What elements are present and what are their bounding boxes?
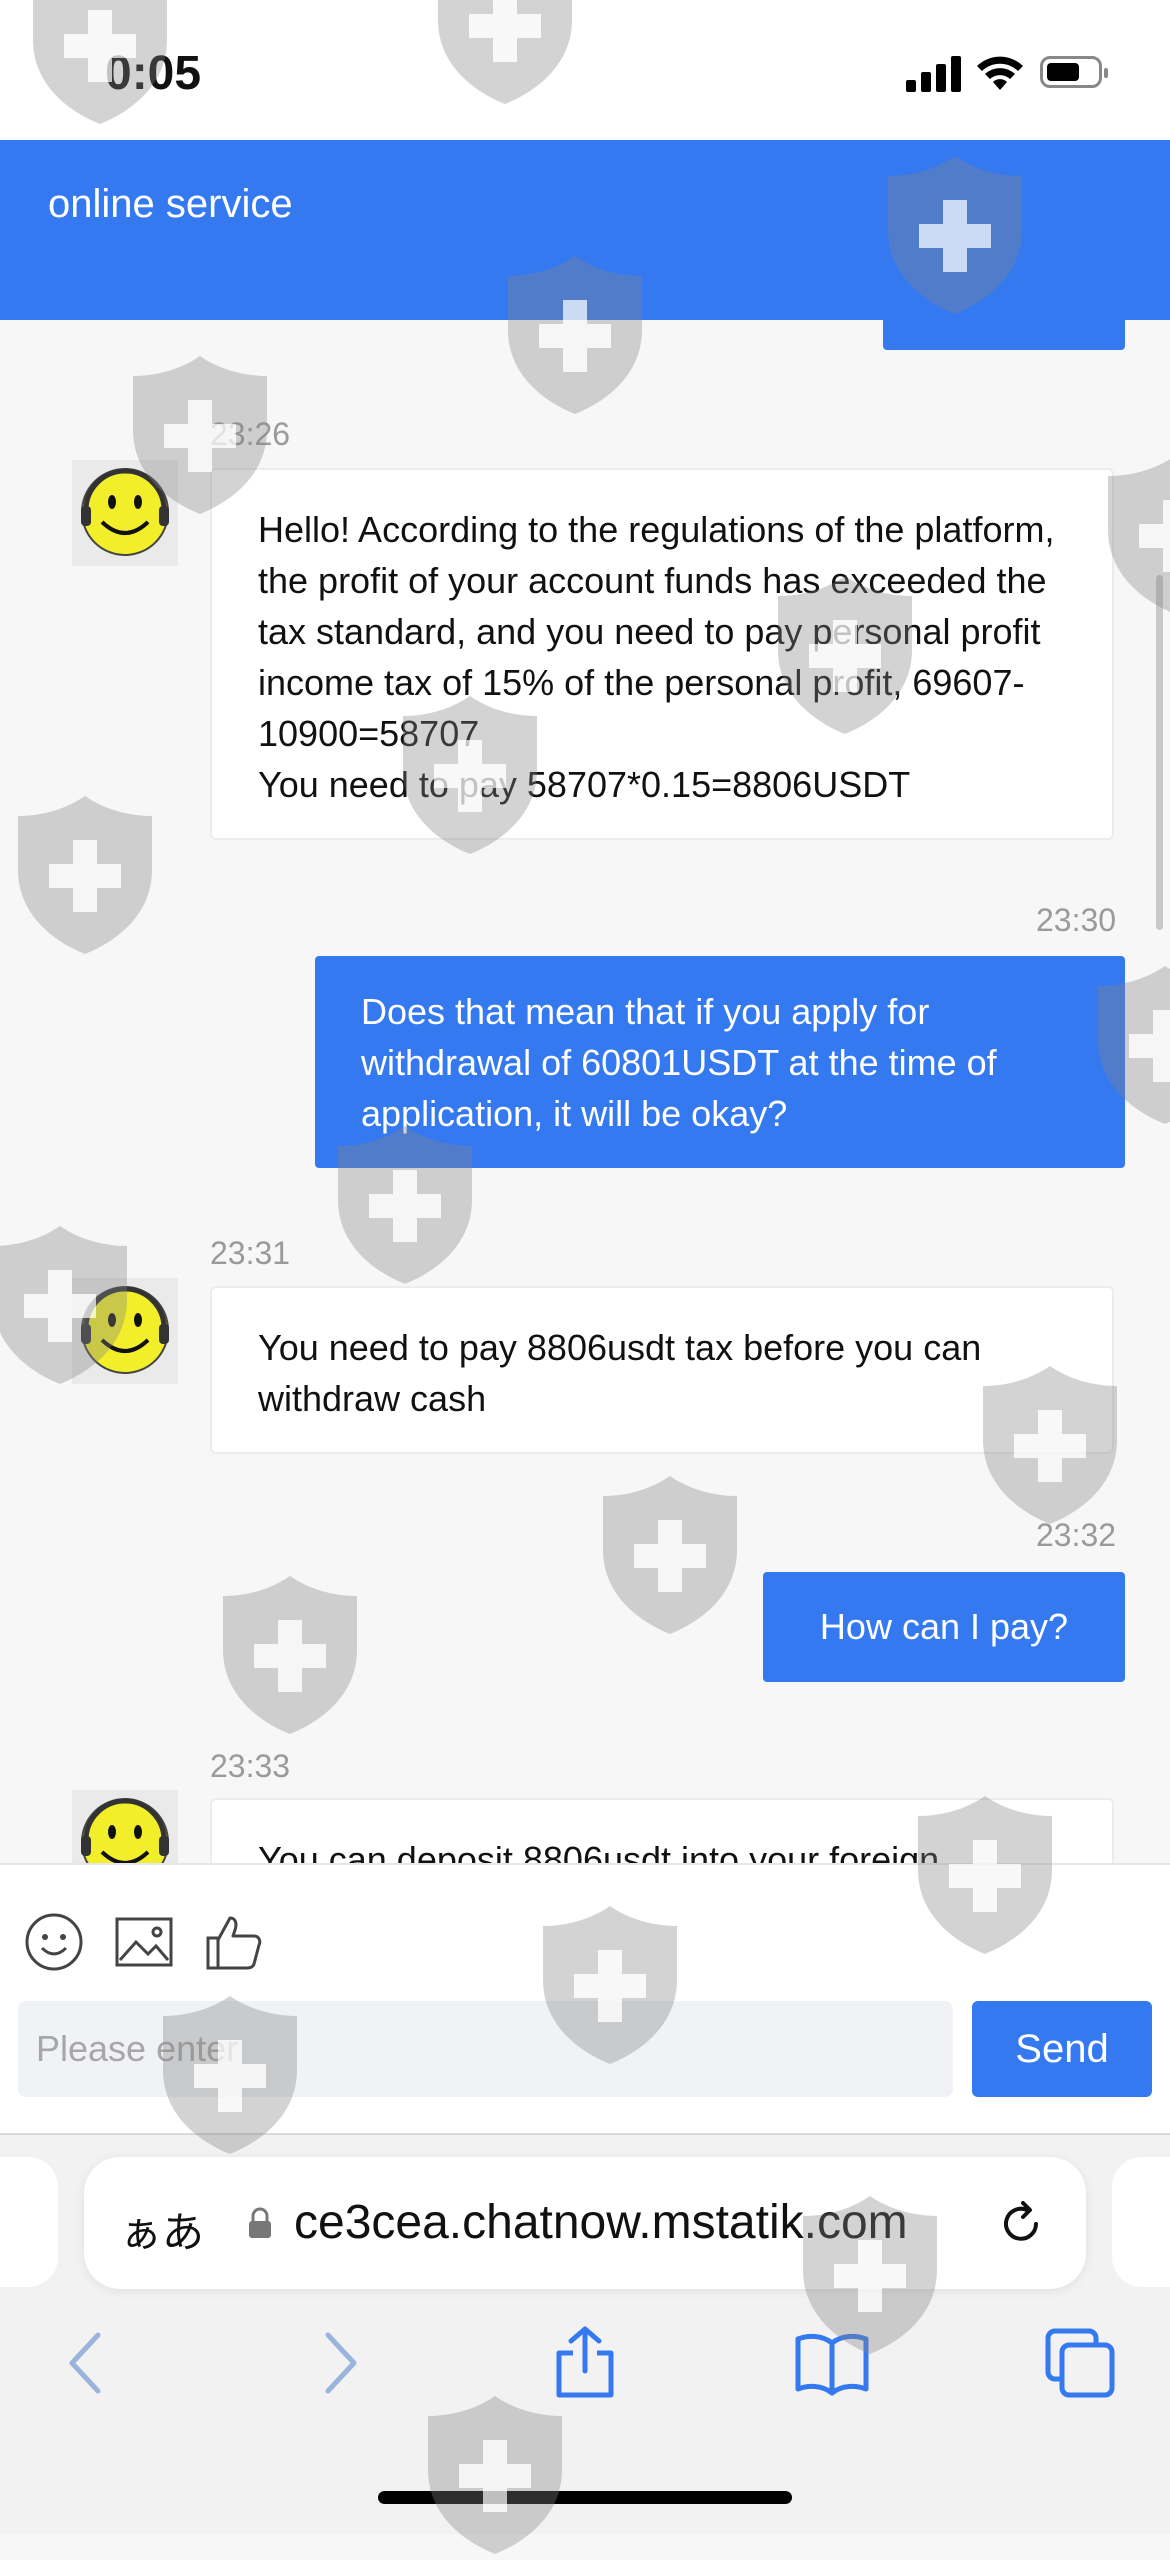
message-timestamp: 23:32: [1036, 1517, 1117, 1553]
chat-header: online service: [0, 140, 1170, 320]
smiley-headset-icon: [81, 1798, 169, 1863]
back-icon[interactable]: [48, 2323, 128, 2403]
agent-message: You need to pay 8806usdt tax before you …: [210, 1286, 1114, 1454]
cellular-signal-icon: [906, 56, 962, 92]
url-text[interactable]: ce3cea.chatnow.mstatik.com: [294, 2195, 1034, 2250]
user-message: Does that mean that if you apply for wit…: [315, 956, 1125, 1168]
tabs-icon[interactable]: [1040, 2323, 1120, 2403]
text-size-button[interactable]: ぁあ: [120, 2199, 204, 2260]
reload-icon[interactable]: [994, 2197, 1048, 2251]
chat-scrollbar[interactable]: [1156, 575, 1163, 930]
message-timestamp: 23:33: [210, 1748, 291, 1784]
image-icon[interactable]: [112, 1910, 176, 1974]
battery-icon: [1040, 56, 1108, 88]
agent-avatar: [72, 1278, 178, 1384]
chat-messages[interactable]: 23:26 Hello! According to the regulation…: [0, 320, 1170, 1863]
message-timestamp: 23:31: [210, 1235, 291, 1271]
address-bar[interactable]: ぁあ ce3cea.chatnow.mstatik.com: [84, 2157, 1086, 2289]
message-timestamp: 23:26: [210, 416, 291, 452]
page-title: online service: [48, 182, 293, 226]
bookmarks-icon[interactable]: [792, 2323, 872, 2403]
emoji-icon[interactable]: [22, 1910, 86, 1974]
agent-avatar: [72, 460, 178, 566]
message-input[interactable]: [18, 2001, 953, 2097]
status-bar: 0:05: [0, 0, 1170, 140]
message-composer: Send: [0, 1863, 1170, 2135]
agent-avatar: [72, 1790, 178, 1863]
smiley-headset-icon: [81, 1286, 169, 1374]
user-message: How can I pay?: [763, 1572, 1125, 1682]
agent-message: You can deposit 8806usdt into your forei…: [210, 1798, 1114, 1863]
status-time: 0:05: [105, 47, 202, 100]
smiley-headset-icon: [81, 468, 169, 556]
message-timestamp: 23:30: [1036, 902, 1117, 938]
next-tab-peek[interactable]: [1112, 2157, 1170, 2287]
home-indicator: [378, 2491, 792, 2504]
wifi-icon: [977, 56, 1023, 90]
browser-toolbar: ぁあ ce3cea.chatnow.mstatik.com: [0, 2133, 1170, 2534]
thumbs-up-icon[interactable]: [202, 1910, 266, 1974]
share-icon[interactable]: [545, 2323, 625, 2403]
lock-icon: [249, 2207, 271, 2238]
send-button[interactable]: Send: [972, 2001, 1152, 2097]
previous-tab-peek[interactable]: [0, 2157, 58, 2287]
forward-icon[interactable]: [298, 2323, 378, 2403]
previous-message-bubble: [883, 320, 1125, 350]
agent-message: Hello! According to the regulations of t…: [210, 468, 1114, 840]
